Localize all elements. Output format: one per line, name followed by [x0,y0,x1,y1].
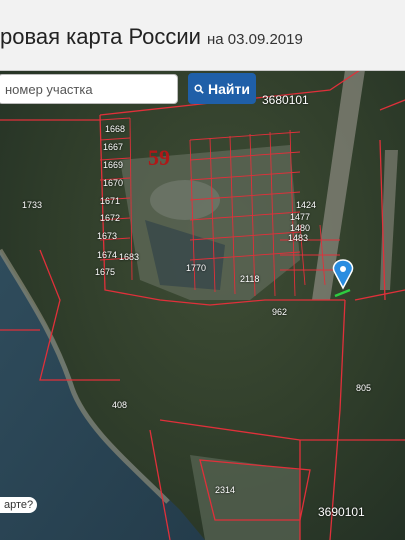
map-date: на 03.09.2019 [206,31,303,48]
search-button-label: Найти [208,80,250,97]
plot-label: 1683 [119,252,140,262]
plot-label: 962 [272,307,288,317]
plot-label: 1770 [186,263,207,273]
plot-label: 1668 [105,124,126,134]
plot-label: 805 [356,383,372,393]
search-input[interactable] [0,74,178,104]
page-title: ровая карта России на 03.09.2019 [0,24,303,50]
plot-label: 1669 [103,160,124,170]
plot-label: 1675 [95,267,116,277]
plot-label: 1667 [103,142,124,152]
plot-label: 1480 [290,223,311,233]
plot-label: 1483 [288,233,309,243]
header-bar: ровая карта России на 03.09.2019 [0,0,405,71]
cadastral-block-bottom: 3690101 [318,505,365,519]
plot-label-59: 59 [148,145,170,170]
page-title-text: ровая карта России [0,24,201,49]
plot-label: 1671 [100,196,121,206]
plot-label: 2118 [240,274,260,284]
map-corner-prompt[interactable]: арте? [0,497,38,513]
search-icon [194,83,204,94]
plot-label: 1674 [97,250,118,260]
plot-label: 1670 [103,178,124,188]
plot-label: 1673 [97,231,118,241]
search-button[interactable]: Найти [188,73,256,104]
plot-label: 1424 [296,200,317,210]
plot-label: 1672 [100,213,121,223]
plot-label: 2314 [215,485,236,495]
cadastral-block-top: 3680101 [262,93,309,107]
plot-label: 408 [112,400,128,410]
plot-label: 1733 [22,200,43,210]
plot-label: 1477 [290,212,311,222]
